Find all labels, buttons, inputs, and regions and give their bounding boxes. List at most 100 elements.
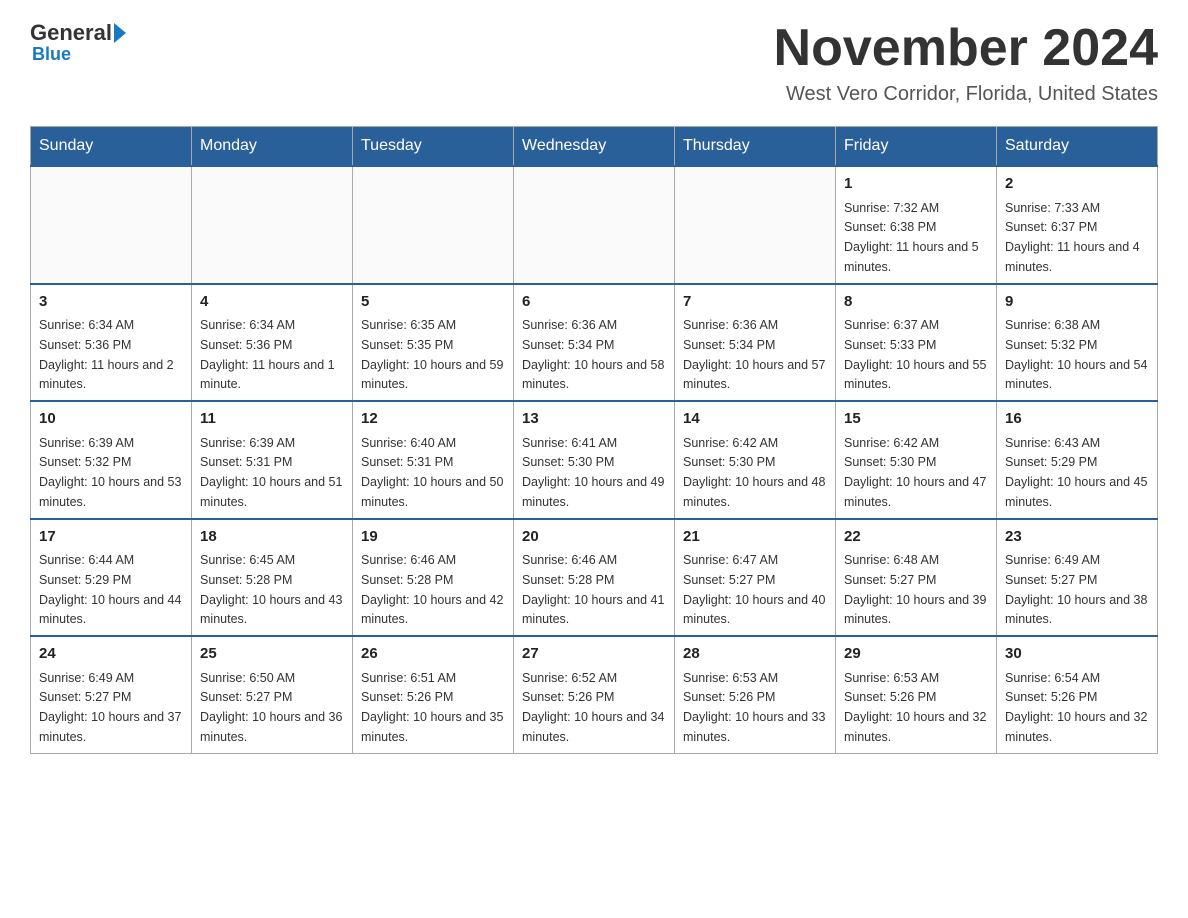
calendar-cell: 22 Sunrise: 6:48 AMSunset: 5:27 PMDayligh… (836, 519, 997, 637)
day-info: Sunrise: 6:49 AMSunset: 5:27 PMDaylight:… (1005, 553, 1147, 626)
day-number: 16 (1005, 408, 1149, 431)
day-info: Sunrise: 6:36 AMSunset: 5:34 PMDaylight:… (522, 318, 664, 391)
calendar-cell: 19 Sunrise: 6:46 AMSunset: 5:28 PMDayligh… (353, 519, 514, 637)
day-info: Sunrise: 6:49 AMSunset: 5:27 PMDaylight:… (39, 671, 181, 744)
calendar-cell: 23 Sunrise: 6:49 AMSunset: 5:27 PMDayligh… (997, 519, 1158, 637)
calendar-cell: 17Sunrise: 6:44 AMSunset: 5:29 PMDayligh… (31, 519, 192, 637)
calendar-cell: 20 Sunrise: 6:46 AMSunset: 5:28 PMDayligh… (514, 519, 675, 637)
calendar-cell (514, 166, 675, 284)
logo-arrow-icon (114, 23, 126, 43)
day-number: 3 (39, 291, 183, 314)
day-number: 13 (522, 408, 666, 431)
week-row-3: 10Sunrise: 6:39 AMSunset: 5:32 PMDayligh… (31, 401, 1158, 519)
calendar-cell (353, 166, 514, 284)
calendar-table: Sunday Monday Tuesday Wednesday Thursday… (30, 126, 1158, 754)
day-number: 7 (683, 291, 827, 314)
day-info: Sunrise: 7:32 AMSunset: 6:38 PMDaylight:… (844, 201, 979, 274)
day-info: Sunrise: 6:38 AMSunset: 5:32 PMDaylight:… (1005, 318, 1147, 391)
day-info: Sunrise: 7:33 AMSunset: 6:37 PMDaylight:… (1005, 201, 1140, 274)
day-number: 14 (683, 408, 827, 431)
header-row: Sunday Monday Tuesday Wednesday Thursday… (31, 127, 1158, 167)
day-number: 23 (1005, 526, 1149, 549)
calendar-cell: 29 Sunrise: 6:53 AMSunset: 5:26 PMDayligh… (836, 636, 997, 753)
day-number: 20 (522, 526, 666, 549)
day-number: 30 (1005, 643, 1149, 666)
calendar-cell: 14Sunrise: 6:42 AMSunset: 5:30 PMDayligh… (675, 401, 836, 519)
day-info: Sunrise: 6:50 AMSunset: 5:27 PMDaylight:… (200, 671, 342, 744)
day-number: 9 (1005, 291, 1149, 314)
day-number: 18 (200, 526, 344, 549)
calendar-subtitle: West Vero Corridor, Florida, United Stat… (774, 83, 1158, 106)
day-number: 21 (683, 526, 827, 549)
calendar-cell: 16Sunrise: 6:43 AMSunset: 5:29 PMDayligh… (997, 401, 1158, 519)
day-number: 22 (844, 526, 988, 549)
week-row-4: 17Sunrise: 6:44 AMSunset: 5:29 PMDayligh… (31, 519, 1158, 637)
day-info: Sunrise: 6:41 AMSunset: 5:30 PMDaylight:… (522, 436, 664, 509)
calendar-cell: 12 Sunrise: 6:40 AMSunset: 5:31 PMDayligh… (353, 401, 514, 519)
calendar-cell: 10Sunrise: 6:39 AMSunset: 5:32 PMDayligh… (31, 401, 192, 519)
col-saturday: Saturday (997, 127, 1158, 167)
logo-general: General (30, 20, 112, 46)
day-info: Sunrise: 6:51 AMSunset: 5:26 PMDaylight:… (361, 671, 503, 744)
day-number: 12 (361, 408, 505, 431)
calendar-cell: 30 Sunrise: 6:54 AMSunset: 5:26 PMDayligh… (997, 636, 1158, 753)
calendar-cell: 9 Sunrise: 6:38 AMSunset: 5:32 PMDaylight… (997, 284, 1158, 402)
day-info: Sunrise: 6:46 AMSunset: 5:28 PMDaylight:… (522, 553, 664, 626)
day-info: Sunrise: 6:48 AMSunset: 5:27 PMDaylight:… (844, 553, 986, 626)
calendar-cell: 28 Sunrise: 6:53 AMSunset: 5:26 PMDayligh… (675, 636, 836, 753)
title-area: November 2024 West Vero Corridor, Florid… (774, 20, 1158, 106)
day-info: Sunrise: 6:34 AMSunset: 5:36 PMDaylight:… (39, 318, 174, 391)
day-info: Sunrise: 6:37 AMSunset: 5:33 PMDaylight:… (844, 318, 986, 391)
calendar-cell: 27 Sunrise: 6:52 AMSunset: 5:26 PMDayligh… (514, 636, 675, 753)
calendar-cell: 25 Sunrise: 6:50 AMSunset: 5:27 PMDayligh… (192, 636, 353, 753)
calendar-cell (675, 166, 836, 284)
col-thursday: Thursday (675, 127, 836, 167)
day-number: 4 (200, 291, 344, 314)
day-number: 24 (39, 643, 183, 666)
day-number: 15 (844, 408, 988, 431)
day-number: 1 (844, 173, 988, 196)
day-number: 19 (361, 526, 505, 549)
day-number: 6 (522, 291, 666, 314)
calendar-cell: 2 Sunrise: 7:33 AMSunset: 6:37 PMDaylight… (997, 166, 1158, 284)
calendar-cell: 6 Sunrise: 6:36 AMSunset: 5:34 PMDaylight… (514, 284, 675, 402)
day-number: 17 (39, 526, 183, 549)
calendar-cell: 21 Sunrise: 6:47 AMSunset: 5:27 PMDayligh… (675, 519, 836, 637)
day-number: 8 (844, 291, 988, 314)
logo-blue: Blue (32, 44, 71, 65)
day-number: 28 (683, 643, 827, 666)
week-row-2: 3 Sunrise: 6:34 AMSunset: 5:36 PMDaylight… (31, 284, 1158, 402)
week-row-1: 1 Sunrise: 7:32 AMSunset: 6:38 PMDaylight… (31, 166, 1158, 284)
day-info: Sunrise: 6:54 AMSunset: 5:26 PMDaylight:… (1005, 671, 1147, 744)
calendar-title: November 2024 (774, 20, 1158, 77)
day-info: Sunrise: 6:34 AMSunset: 5:36 PMDaylight:… (200, 318, 335, 391)
day-number: 27 (522, 643, 666, 666)
calendar-cell: 18Sunrise: 6:45 AMSunset: 5:28 PMDayligh… (192, 519, 353, 637)
day-info: Sunrise: 6:53 AMSunset: 5:26 PMDaylight:… (683, 671, 825, 744)
calendar-cell: 1 Sunrise: 7:32 AMSunset: 6:38 PMDaylight… (836, 166, 997, 284)
day-number: 26 (361, 643, 505, 666)
day-number: 2 (1005, 173, 1149, 196)
day-number: 29 (844, 643, 988, 666)
calendar-cell: 3 Sunrise: 6:34 AMSunset: 5:36 PMDaylight… (31, 284, 192, 402)
day-number: 25 (200, 643, 344, 666)
col-wednesday: Wednesday (514, 127, 675, 167)
calendar-cell: 24 Sunrise: 6:49 AMSunset: 5:27 PMDayligh… (31, 636, 192, 753)
day-info: Sunrise: 6:46 AMSunset: 5:28 PMDaylight:… (361, 553, 503, 626)
col-tuesday: Tuesday (353, 127, 514, 167)
day-info: Sunrise: 6:39 AMSunset: 5:31 PMDaylight:… (200, 436, 342, 509)
week-row-5: 24 Sunrise: 6:49 AMSunset: 5:27 PMDayligh… (31, 636, 1158, 753)
day-info: Sunrise: 6:52 AMSunset: 5:26 PMDaylight:… (522, 671, 664, 744)
day-info: Sunrise: 6:40 AMSunset: 5:31 PMDaylight:… (361, 436, 503, 509)
day-info: Sunrise: 6:42 AMSunset: 5:30 PMDaylight:… (844, 436, 986, 509)
calendar-cell: 26 Sunrise: 6:51 AMSunset: 5:26 PMDayligh… (353, 636, 514, 753)
calendar-cell: 5Sunrise: 6:35 AMSunset: 5:35 PMDaylight… (353, 284, 514, 402)
day-info: Sunrise: 6:47 AMSunset: 5:27 PMDaylight:… (683, 553, 825, 626)
calendar-cell: 4 Sunrise: 6:34 AMSunset: 5:36 PMDaylight… (192, 284, 353, 402)
day-number: 11 (200, 408, 344, 431)
day-info: Sunrise: 6:39 AMSunset: 5:32 PMDaylight:… (39, 436, 181, 509)
day-info: Sunrise: 6:53 AMSunset: 5:26 PMDaylight:… (844, 671, 986, 744)
calendar-cell: 8 Sunrise: 6:37 AMSunset: 5:33 PMDaylight… (836, 284, 997, 402)
calendar-cell (192, 166, 353, 284)
col-sunday: Sunday (31, 127, 192, 167)
